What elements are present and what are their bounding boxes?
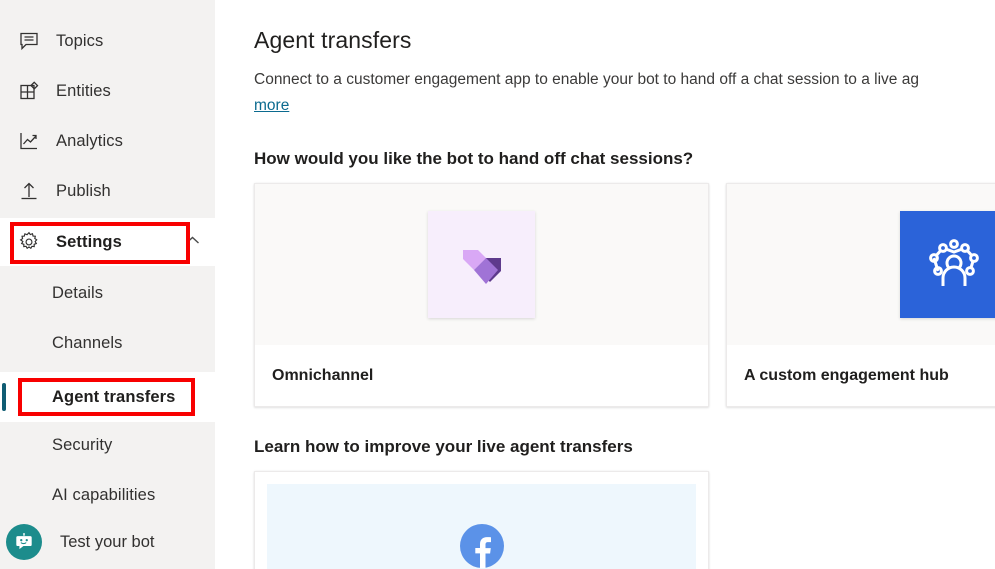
page-description: Connect to a customer engagement app to … (254, 67, 994, 119)
handoff-options-row: Omnichannel A custom engagement hub (254, 183, 995, 407)
omnichannel-card[interactable]: Omnichannel (254, 183, 709, 407)
learn-section-heading: Learn how to improve your live agent tra… (254, 437, 633, 456)
sidebar-item-label: Channels (52, 333, 123, 352)
sidebar-item-label: Settings (56, 232, 122, 251)
sidebar-item-channels[interactable]: Channels (0, 318, 215, 368)
omnichannel-logo-icon (428, 211, 535, 318)
topics-icon (16, 28, 42, 54)
sidebar-item-publish[interactable]: Publish (0, 166, 215, 216)
entities-icon (16, 78, 42, 104)
analytics-icon (16, 128, 42, 154)
facebook-icon (459, 524, 504, 568)
publish-icon (16, 178, 42, 204)
sidebar-item-label: Entities (56, 81, 111, 100)
sidebar-item-details[interactable]: Details (0, 268, 215, 318)
sidebar-item-ai-capabilities[interactable]: AI capabilities (0, 470, 215, 520)
main-content: Agent transfers Connect to a customer en… (215, 0, 995, 569)
card-title: A custom engagement hub (744, 366, 949, 384)
test-your-bot-label: Test your bot (60, 532, 155, 551)
page-description-text: Connect to a customer engagement app to … (254, 71, 919, 88)
card-media (255, 184, 708, 345)
card-footer: A custom engagement hub (727, 345, 995, 406)
chevron-up-icon[interactable] (185, 233, 200, 251)
bot-avatar-icon (6, 524, 42, 560)
card-footer: Omnichannel (255, 345, 708, 406)
section-heading: How would you like the bot to hand off c… (254, 149, 694, 168)
sidebar-item-label: Agent transfers (52, 387, 176, 406)
sidebar-item-settings[interactable]: Settings (0, 218, 215, 266)
sidebar-item-security[interactable]: Security (0, 420, 215, 470)
learn-cards-row (254, 471, 995, 569)
selection-indicator (2, 383, 6, 411)
agent-transfers-page: Topics Entities Analytics Publish Settin… (0, 0, 995, 569)
sidebar-item-label: AI capabilities (52, 485, 156, 504)
test-your-bot-button[interactable]: Test your bot (0, 515, 215, 569)
engagement-hub-icon (900, 211, 995, 318)
custom-engagement-hub-card[interactable]: A custom engagement hub (726, 183, 995, 407)
card-media (727, 184, 995, 345)
sidebar-item-entities[interactable]: Entities (0, 66, 215, 116)
gear-icon (16, 229, 42, 255)
sidebar-item-label: Security (52, 435, 113, 454)
learn-card[interactable] (254, 471, 709, 569)
sidebar-item-analytics[interactable]: Analytics (0, 116, 215, 166)
sidebar-item-agent-transfers[interactable]: Agent transfers (0, 372, 215, 422)
sidebar-item-topics[interactable]: Topics (0, 16, 215, 66)
card-title: Omnichannel (272, 366, 374, 384)
sidebar-item-label: Analytics (56, 131, 123, 150)
sidebar-item-label: Details (52, 283, 104, 302)
page-title: Agent transfers (254, 27, 412, 53)
sidebar-item-label: Publish (56, 181, 111, 200)
sidebar: Topics Entities Analytics Publish Settin… (0, 0, 215, 569)
sidebar-item-label: Topics (56, 31, 104, 50)
learn-more-link[interactable]: more (254, 97, 289, 114)
learn-card-media (267, 484, 696, 569)
